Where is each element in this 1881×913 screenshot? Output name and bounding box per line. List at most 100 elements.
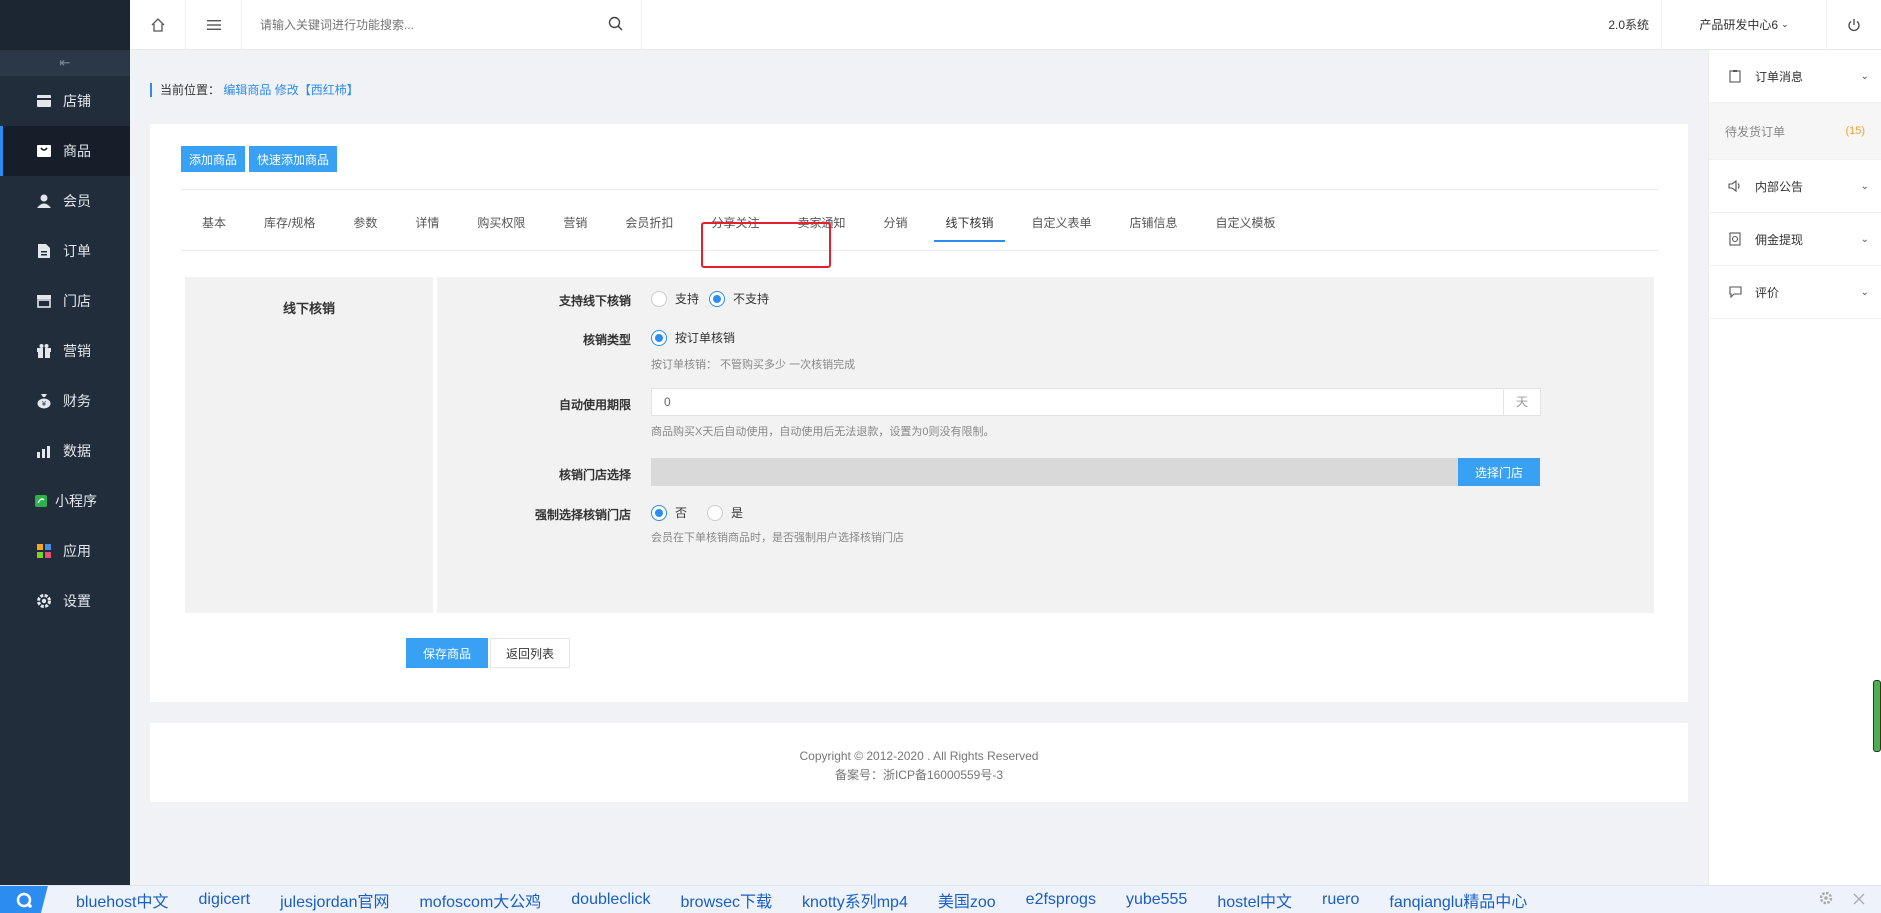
scrollbar-thumb[interactable]: [1873, 680, 1881, 752]
divider: [181, 189, 1658, 190]
org-dropdown[interactable]: 产品研发中心6 ⌄: [1661, 0, 1826, 50]
sidebar-item-label: 店铺: [63, 93, 91, 109]
miniapp-icon: [35, 492, 47, 510]
power-icon[interactable]: [1826, 0, 1881, 50]
sidebar-item-miniapp[interactable]: 小程序: [0, 476, 130, 526]
type-label: 核销类型: [582, 333, 631, 347]
home-icon[interactable]: [130, 0, 186, 50]
sidebar-item-finance[interactable]: ¥ 财务: [0, 376, 130, 426]
breadcrumb-link[interactable]: 编辑商品 修改【西红柿】: [223, 83, 358, 97]
support-yes-radio[interactable]: 支持: [651, 290, 699, 307]
select-store-button[interactable]: 选择门店: [1458, 458, 1540, 486]
bookmark-link[interactable]: julesjordan官网: [270, 888, 399, 912]
sidebar-collapse-icon[interactable]: ⇤: [0, 50, 130, 76]
force-store-hint: 会员在下单核销商品时，是否强制用户选择核销门店: [651, 532, 904, 544]
top-header: 2.0系统 产品研发中心6 ⌄: [130, 0, 1881, 50]
header-right: 2.0系统 产品研发中心6 ⌄: [1596, 0, 1881, 50]
sidebar-item-label: 商品: [63, 143, 91, 159]
auto-use-hint: 商品购买X天后自动使用，自动使用后无法退款，设置为0则没有限制。: [651, 426, 995, 438]
offline-verify-form: 线下核销 支持线下核销 支持 不支持 核销类型 按订单核销 按订单核销： 不管购…: [185, 277, 1654, 613]
bookmark-link[interactable]: knotty系列mp4: [792, 888, 918, 912]
tab-offline-verify[interactable]: 线下核销: [934, 203, 1005, 242]
add-product-button[interactable]: 添加商品: [181, 146, 246, 172]
search-input[interactable]: [260, 17, 608, 32]
tab-custom-form[interactable]: 自定义表单: [1021, 203, 1103, 242]
bookmark-link[interactable]: browsec下载: [670, 888, 782, 912]
quick-add-product-button[interactable]: 快速添加商品: [249, 146, 338, 172]
form-actions: 保存商品 返回列表: [406, 638, 570, 668]
radio-label: 否: [675, 506, 688, 520]
radio-circle: [651, 329, 667, 346]
search-icon[interactable]: [608, 16, 623, 34]
bookmark-link[interactable]: fanqianglu精品中心: [1379, 888, 1537, 912]
commission-item[interactable]: 佣金提现 ⌄: [1709, 213, 1881, 266]
bookmark-link[interactable]: e2fsprogs: [1016, 891, 1106, 909]
sidebar-item-marketing[interactable]: 营销: [0, 326, 130, 376]
member-icon: [35, 192, 53, 210]
tab-custom-template[interactable]: 自定义模板: [1205, 203, 1287, 242]
sidebar-item-data[interactable]: 数据: [0, 426, 130, 476]
tab-share[interactable]: 分享关注: [700, 203, 770, 242]
type-by-order-radio[interactable]: 按订单核销: [651, 329, 735, 346]
menu-icon[interactable]: [186, 0, 242, 50]
order-messages-item[interactable]: 订单消息 ⌄: [1709, 50, 1881, 103]
sidebar-item-shop[interactable]: 门店: [0, 276, 130, 326]
auto-use-input[interactable]: [651, 388, 1503, 416]
bookmark-link[interactable]: mofoscom大公鸡: [409, 888, 551, 912]
svg-text:¥: ¥: [42, 400, 47, 408]
tab-seller-notify[interactable]: 卖家通知: [786, 203, 856, 242]
tab-member-discount[interactable]: 会员折扣: [614, 203, 684, 242]
bookmark-link[interactable]: doubleclick: [561, 891, 660, 909]
selected-stores-field[interactable]: [651, 458, 1458, 486]
clipboard-icon: [1728, 69, 1742, 83]
radio-circle: [709, 290, 726, 307]
sidebar-item-label: 小程序: [55, 493, 97, 509]
sidebar-item-apps[interactable]: 应用: [0, 526, 130, 576]
tab-marketing[interactable]: 营销: [552, 203, 598, 242]
sidebar-item-product[interactable]: 商品: [0, 126, 130, 176]
notice-item[interactable]: 内部公告 ⌄: [1709, 160, 1881, 213]
radio-label: 按订单核销: [675, 331, 736, 345]
bookmark-link[interactable]: digicert: [189, 891, 261, 909]
force-no-radio[interactable]: 否: [651, 504, 687, 521]
bookmark-link[interactable]: ruero: [1312, 891, 1369, 909]
sidebar-item-member[interactable]: 会员: [0, 176, 130, 226]
back-to-list-button[interactable]: 返回列表: [490, 638, 570, 668]
bookmark-link[interactable]: hostel中文: [1207, 888, 1302, 912]
support-no-radio[interactable]: 不支持: [709, 290, 769, 307]
settings-icon[interactable]: [1819, 891, 1833, 908]
sidebar-item-label: 数据: [63, 443, 91, 459]
sidebar-item-label: 应用: [63, 543, 91, 559]
breadcrumb-prefix: 当前位置：: [160, 83, 221, 97]
system-version[interactable]: 2.0系统: [1596, 0, 1661, 50]
sidebar-item-label: 财务: [63, 393, 91, 409]
tab-purchase-permission[interactable]: 购买权限: [466, 203, 536, 242]
pending-orders-item[interactable]: 待发货订单 (15): [1709, 103, 1881, 160]
sidebar-item-settings[interactable]: 设置: [0, 576, 130, 626]
copyright-text: Copyright © 2012-2020 . All Rights Reser…: [799, 749, 1039, 763]
force-yes-radio[interactable]: 是: [707, 504, 743, 521]
auto-use-label: 自动使用期限: [558, 398, 631, 412]
sidebar-item-store[interactable]: 店铺: [0, 76, 130, 126]
browser-logo-icon[interactable]: [0, 885, 48, 913]
gift-icon: [35, 342, 53, 360]
chevron-down-icon: ⌄: [1860, 70, 1869, 82]
review-item[interactable]: 评价 ⌄: [1709, 266, 1881, 319]
tab-detail[interactable]: 详情: [404, 203, 450, 242]
force-radio-group: 否 是: [651, 504, 753, 521]
radio-circle: [651, 504, 667, 521]
tab-distribution[interactable]: 分销: [872, 203, 918, 242]
sidebar-item-order[interactable]: 订单: [0, 226, 130, 276]
speaker-icon: [1728, 179, 1742, 193]
save-product-button[interactable]: 保存商品: [406, 638, 488, 668]
bookmark-link[interactable]: bluehost中文: [66, 888, 179, 912]
bookmark-link[interactable]: 美国zoo: [928, 888, 1006, 912]
close-icon[interactable]: [1853, 892, 1865, 908]
bookmark-link[interactable]: yube555: [1116, 891, 1197, 909]
apps-icon: [35, 542, 53, 560]
top-actions: 添加商品 快速添加商品: [181, 146, 338, 172]
tab-basic[interactable]: 基本: [191, 203, 237, 242]
tab-params[interactable]: 参数: [342, 203, 388, 242]
tab-store-info[interactable]: 店铺信息: [1119, 203, 1189, 242]
tab-stock[interactable]: 库存/规格: [253, 203, 326, 242]
